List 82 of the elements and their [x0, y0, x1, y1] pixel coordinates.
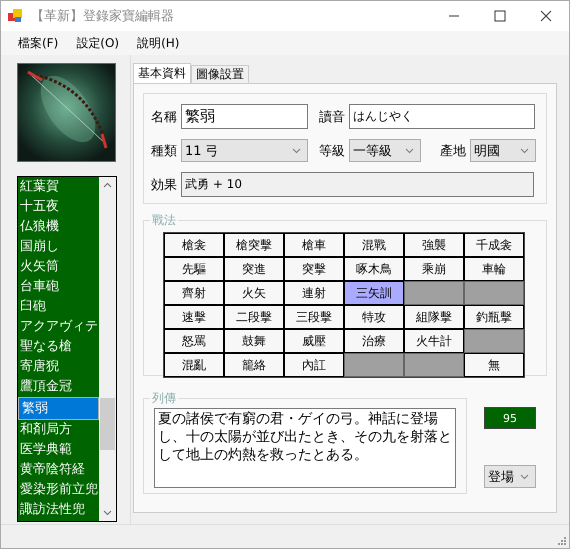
tactic-cell[interactable]: 槍突擊	[224, 233, 284, 257]
tactic-cell[interactable]: 二段擊	[224, 305, 284, 329]
list-item[interactable]: 国崩し	[18, 237, 99, 257]
biography-field[interactable]: 夏の諸侯で有窮の君・ゲイの弓。神話に登場し、十の太陽が並び出たとき、その九を射落として地上の灼熱を救ったとある。	[154, 408, 456, 488]
tactic-cell[interactable]: 無	[464, 353, 524, 377]
maximize-icon[interactable]	[494, 10, 506, 22]
scroll-down-icon[interactable]	[103, 510, 112, 516]
field-label: 等級	[319, 142, 346, 160]
list-item[interactable]: アクアヴィテ	[18, 317, 99, 337]
menu-item[interactable]: 說明(H)	[128, 34, 188, 52]
tactic-cell[interactable]: 威壓	[284, 329, 344, 353]
tactic-cell[interactable]: 釣瓶擊	[464, 305, 524, 329]
tactic-cell[interactable]: 槍衾	[164, 233, 224, 257]
effect-field[interactable]: 武勇 + 10	[181, 172, 534, 197]
scroll-up-icon[interactable]	[103, 182, 112, 188]
tactic-cell[interactable]: 突擊	[284, 257, 344, 281]
list-item[interactable]: 黄帝陰符経	[18, 460, 99, 480]
tactic-cell[interactable]: 突進	[224, 257, 284, 281]
list-item[interactable]: 紅葉賀	[18, 177, 99, 197]
tactic-cell[interactable]: 乘崩	[404, 257, 464, 281]
list-item[interactable]: 医学典範	[18, 440, 99, 460]
tactic-cell[interactable]: 先驅	[164, 257, 224, 281]
scrollbar[interactable]	[99, 177, 116, 521]
list-item[interactable]: 聖なる槍	[18, 337, 99, 357]
list-item[interactable]: 仏狼機	[18, 217, 99, 237]
tactic-cell[interactable]: 混亂	[164, 353, 224, 377]
tactic-cell[interactable]: 火牛計	[404, 329, 464, 353]
tab[interactable]: 基本資料	[133, 63, 191, 83]
chevron-icon	[520, 474, 529, 480]
menu-item[interactable]: 設定(O)	[67, 34, 128, 52]
list-item[interactable]: 諏訪法性兜	[18, 500, 99, 520]
appearance-dropdown[interactable]: 登場	[484, 465, 536, 488]
field-label: 產地	[440, 142, 467, 160]
list-item[interactable]: 和剤局方	[18, 420, 99, 440]
scroll-thumb[interactable]	[100, 398, 115, 450]
tactic-cell[interactable]: 混戰	[344, 233, 404, 257]
list-item[interactable]: 臼砲	[18, 297, 99, 317]
list-item[interactable]: 火矢筒	[18, 257, 99, 277]
tab[interactable]: 圖像設置	[191, 65, 249, 83]
close-icon[interactable]	[540, 10, 552, 22]
field-label: 効果	[151, 176, 178, 194]
list-item[interactable]: 十五夜	[18, 197, 99, 217]
tactic-cell[interactable]: 速擊	[164, 305, 224, 329]
menu-item[interactable]: 檔案(F)	[9, 34, 68, 52]
tactic-cell[interactable]: 治療	[344, 329, 404, 353]
tactic-cell[interactable]: 啄木鳥	[344, 257, 404, 281]
tactic-cell[interactable]: 鼓舞	[224, 329, 284, 353]
chevron-icon	[520, 148, 529, 154]
grade-dropdown[interactable]: 一等級	[349, 139, 421, 162]
type-dropdown[interactable]: 11 弓	[181, 139, 308, 162]
list-item[interactable]: 繁弱	[18, 397, 99, 420]
tactic-cell[interactable]: 連射	[284, 281, 344, 305]
tactic-cell[interactable]: 車輪	[464, 257, 524, 281]
tactic-cell[interactable]: 三段擊	[284, 305, 344, 329]
app-icon	[7, 8, 23, 24]
tactic-cell[interactable]: 槍車	[284, 233, 344, 257]
tactic-cell[interactable]: 籠絡	[224, 353, 284, 377]
field-label: 讀音	[319, 108, 346, 126]
name-field[interactable]: 繁弱	[181, 104, 308, 129]
tactic-cell[interactable]: 組隊擊	[404, 305, 464, 329]
tactic-cell[interactable]: 特攻	[344, 305, 404, 329]
field-label: 種類	[151, 142, 178, 160]
reading-field[interactable]: はんじやく	[349, 104, 535, 129]
group-title: 列傳	[150, 390, 178, 407]
chevron-icon	[292, 148, 301, 154]
list-item[interactable]: 愛染形前立兜	[18, 480, 99, 500]
chevron-icon	[405, 148, 414, 154]
tactic-cell[interactable]: 三矢訓	[344, 281, 404, 305]
window-title: 【革新】登錄家寶編輯器	[31, 8, 175, 25]
resize-grip-icon[interactable]	[558, 537, 566, 545]
tactic-cell[interactable]: 強襲	[404, 233, 464, 257]
list-item[interactable]: 鷹頂金冠	[18, 377, 99, 397]
tactic-cell[interactable]: 齊射	[164, 281, 224, 305]
tactic-cell[interactable]: 千成衾	[464, 233, 524, 257]
field-label: 名稱	[151, 108, 178, 126]
tactic-cell[interactable]: 內訌	[284, 353, 344, 377]
list-item[interactable]: 台車砲	[18, 277, 99, 297]
value-field: 95	[484, 407, 536, 429]
tactic-cell[interactable]: 怒罵	[164, 329, 224, 353]
origin-dropdown[interactable]: 明國	[470, 139, 536, 162]
list-item[interactable]: 寄唐猊	[18, 357, 99, 377]
tactic-cell[interactable]: 火矢	[224, 281, 284, 305]
